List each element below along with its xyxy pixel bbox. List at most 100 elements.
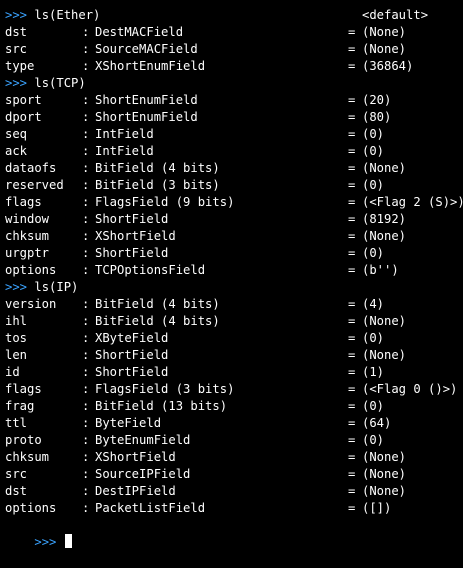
equals-sign: = [348,263,356,277]
field-separator: : [82,161,90,175]
command-text: ls(Ether) [34,8,101,22]
field-default-value: (0) [362,127,385,141]
field-row: sport: ShortEnumField = (20) [5,92,463,109]
equals-sign: = [348,467,356,481]
field-default-value: (None) [362,467,407,481]
field-separator: : [82,416,90,430]
field-name: flags [5,195,42,209]
equals-sign: = [348,365,356,379]
field-name: src [5,42,28,56]
field-row: ack: IntField = (0) [5,143,463,160]
field-default-value: (0) [362,331,385,345]
field-type: ShortField [95,212,169,226]
field-default-value: (0) [362,144,385,158]
field-row: dst: DestIPField = (None) [5,483,463,500]
field-name: version [5,297,57,311]
field-name: chksum [5,229,50,243]
field-name: options [5,263,57,277]
field-separator: : [82,314,90,328]
field-name: sport [5,93,42,107]
equals-sign: = [348,450,356,464]
field-name: seq [5,127,28,141]
field-type: XShortEnumField [95,59,206,73]
field-row: proto: ByteEnumField = (0) [5,432,463,449]
field-name: dport [5,110,42,124]
field-name: reserved [5,178,64,192]
equals-sign: = [348,178,356,192]
active-prompt-line[interactable]: >>> [5,517,463,549]
field-row: tos: XByteField = (0) [5,330,463,347]
equals-sign: = [348,246,356,260]
field-type: BitField (13 bits) [95,399,228,413]
field-default-value: (36864) [362,59,414,73]
field-row: type: XShortEnumField = (36864) [5,58,463,75]
field-separator: : [82,178,90,192]
command-line: >>> ls(Ether) [5,7,463,24]
field-separator: : [82,433,90,447]
field-default-value: (None) [362,25,407,39]
field-default-value: (<Flag 0 ()>) [362,382,458,396]
prompt-symbol: >>> [5,76,28,90]
field-row: ihl: BitField (4 bits) = (None) [5,313,463,330]
field-row: chksum: XShortField = (None) [5,228,463,245]
field-separator: : [82,59,90,73]
field-type: BitField (3 bits) [95,178,220,192]
field-type: IntField [95,144,154,158]
equals-sign: = [348,195,356,209]
field-default-value: (4) [362,297,385,311]
field-default-value: ([]) [362,501,392,515]
field-row: flags: FlagsField (9 bits) = (<Flag 2 (S)>) [5,194,463,211]
equals-sign: = [348,382,356,396]
field-type: IntField [95,127,154,141]
field-name: dataofs [5,161,57,175]
field-type: FlagsField (9 bits) [95,195,235,209]
field-separator: : [82,42,90,56]
field-type: XShortField [95,450,176,464]
field-default-value: (None) [362,484,407,498]
field-type: FlagsField (3 bits) [95,382,235,396]
field-type: PacketListField [95,501,206,515]
equals-sign: = [348,229,356,243]
field-separator: : [82,348,90,362]
field-default-value: (8192) [362,212,407,226]
prompt-symbol: >>> [5,8,28,22]
field-type: BitField (4 bits) [95,297,220,311]
field-name: frag [5,399,35,413]
equals-sign: = [348,161,356,175]
field-separator: : [82,263,90,277]
field-row: id: ShortField = (1) [5,364,463,381]
field-row: src: SourceMACField = (None) [5,41,463,58]
field-row: len: ShortField = (None) [5,347,463,364]
text-cursor [64,534,72,548]
equals-sign: = [348,42,356,56]
field-separator: : [82,25,90,39]
field-separator: : [82,229,90,243]
field-separator: : [82,501,90,515]
field-type: ShortField [95,348,169,362]
field-separator: : [82,484,90,498]
field-separator: : [82,127,90,141]
prompt-symbol: >>> [5,280,28,294]
field-separator: : [82,212,90,226]
equals-sign: = [348,25,356,39]
field-default-value: (1) [362,365,385,379]
field-separator: : [82,246,90,260]
field-row: urgptr: ShortField = (0) [5,245,463,262]
field-type: BitField (4 bits) [95,161,220,175]
equals-sign: = [348,144,356,158]
field-name: proto [5,433,42,447]
equals-sign: = [348,93,356,107]
field-separator: : [82,365,90,379]
field-name: ihl [5,314,28,328]
equals-sign: = [348,331,356,345]
field-separator: : [82,110,90,124]
terminal-output[interactable]: <default> >>> ls(Ether) dst: DestMACField =… [5,0,463,549]
field-type: DestMACField [95,25,184,39]
equals-sign: = [348,127,356,141]
field-row: frag: BitField (13 bits) = (0) [5,398,463,415]
field-row: dst: DestMACField = (None) [5,24,463,41]
equals-sign: = [348,484,356,498]
field-type: ShortEnumField [95,93,198,107]
field-default-value: (20) [362,93,392,107]
equals-sign: = [348,433,356,447]
